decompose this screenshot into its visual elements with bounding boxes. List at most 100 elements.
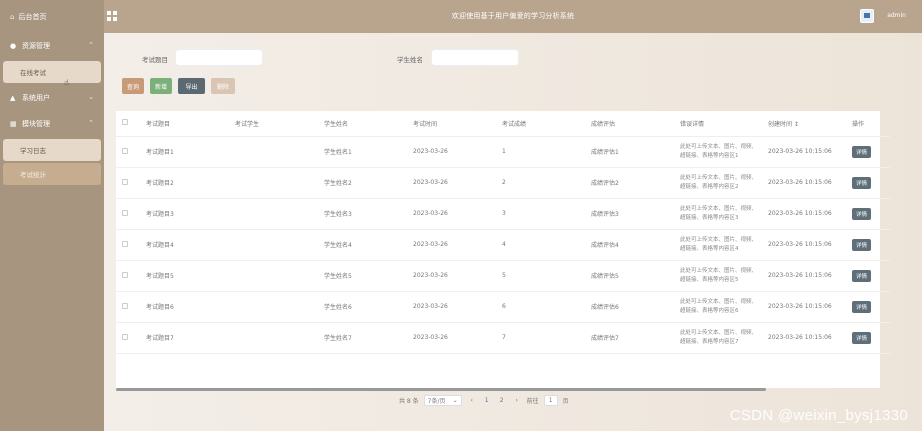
row-checkbox[interactable] xyxy=(116,198,140,230)
cell-error-detail: 此处可上传文本、图片、视频、超链接、表格等内容区2 xyxy=(674,167,762,199)
cell-created: 2023-03-26 10:15:06 xyxy=(762,322,846,354)
cell-student-name: 学生姓名2 xyxy=(318,167,407,199)
sidebar-item-label: 在线考试 xyxy=(20,69,46,77)
detail-button[interactable]: 详情 xyxy=(852,300,871,313)
avatar[interactable] xyxy=(860,9,874,23)
sidebar-group-resources[interactable]: ● 资源管理 ⌃ xyxy=(0,33,104,59)
cell-created: 2023-03-26 10:15:06 xyxy=(762,167,846,199)
goto-suffix: 页 xyxy=(562,398,569,405)
sidebar-group-label: 系统用户 xyxy=(22,94,50,102)
detail-button[interactable]: 详情 xyxy=(852,207,871,220)
action-buttons: 查询 新增 导出 删除 xyxy=(122,78,235,94)
total-count: 共 8 条 xyxy=(399,398,419,405)
cell-student xyxy=(229,167,318,199)
row-checkbox[interactable] xyxy=(116,260,140,292)
cell-student xyxy=(229,198,318,230)
page-size-select[interactable]: 7条/页 ⌄ xyxy=(423,395,462,406)
cell-student xyxy=(229,291,318,323)
exam-title-input[interactable] xyxy=(175,49,263,66)
table-row: 考试题目6 学生姓名6 2023-03-26 6 成绩评估6 此处可上传文本、图… xyxy=(116,291,890,323)
sidebar-item-label: 学习日志 xyxy=(20,147,46,155)
cell-exam-title: 考试题目5 xyxy=(140,260,229,292)
cell-exam-time: 2023-03-26 xyxy=(407,291,496,323)
table-row: 考试题目1 学生姓名1 2023-03-26 1 成绩评估1 此处可上传文本、图… xyxy=(116,136,890,168)
row-checkbox[interactable] xyxy=(116,167,140,199)
select-all-checkbox[interactable] xyxy=(116,111,140,137)
student-name-label: 学生姓名 xyxy=(397,56,423,64)
grid-icon: ▦ xyxy=(10,120,17,128)
row-checkbox[interactable] xyxy=(116,322,140,354)
cell-exam-time: 2023-03-26 xyxy=(407,322,496,354)
prev-page-icon[interactable]: ‹ xyxy=(467,395,477,406)
cell-exam-title: 考试题目2 xyxy=(140,167,229,199)
cell-score: 6 xyxy=(496,291,585,323)
cell-actions: 详情 xyxy=(846,136,890,168)
sidebar-group-users[interactable]: ▲ 系统用户 ⌄ xyxy=(0,85,104,111)
detail-button[interactable]: 详情 xyxy=(852,238,871,251)
detail-button[interactable]: 详情 xyxy=(852,331,871,344)
sidebar-item-exam-stats[interactable]: 考试统计 xyxy=(3,163,101,185)
add-button[interactable]: 新增 xyxy=(150,78,172,94)
cell-exam-title: 考试题目4 xyxy=(140,229,229,261)
cell-evaluation: 成绩评估6 xyxy=(585,291,674,323)
row-checkbox[interactable] xyxy=(116,291,140,323)
column-header: 考试时间 xyxy=(407,111,496,137)
row-checkbox[interactable] xyxy=(116,136,140,168)
cell-student-name: 学生姓名7 xyxy=(318,322,407,354)
data-table-panel: 考试题目 考试学生 学生姓名 考试时间 考试成绩 成绩评估 错误详情 创建时间 … xyxy=(116,111,890,391)
search-bar: 考试题目 学生姓名 xyxy=(104,48,922,68)
page-2[interactable]: 2 xyxy=(497,395,507,406)
export-button[interactable]: 导出 xyxy=(178,78,205,94)
cell-error-detail: 此处可上传文本、图片、视频、超链接、表格等内容区7 xyxy=(674,322,762,354)
cell-error-detail: 此处可上传文本、图片、视频、超链接、表格等内容区6 xyxy=(674,291,762,323)
detail-button[interactable]: 详情 xyxy=(852,269,871,282)
detail-button[interactable]: 详情 xyxy=(852,176,871,189)
sidebar-group-modules[interactable]: ▦ 模块管理 ⌃ xyxy=(0,111,104,137)
main-content: 考试题目 学生姓名 查询 新增 导出 删除 考试题目 考试学生 学生姓名 考试时… xyxy=(104,33,922,431)
cell-actions: 详情 xyxy=(846,167,890,199)
column-header: 考试题目 xyxy=(140,111,229,137)
cell-actions: 详情 xyxy=(846,260,890,292)
delete-button[interactable]: 删除 xyxy=(211,78,235,94)
cell-student-name: 学生姓名1 xyxy=(318,136,407,168)
cell-evaluation: 成绩评估4 xyxy=(585,229,674,261)
search-button[interactable]: 查询 xyxy=(122,78,144,94)
cell-created: 2023-03-26 10:15:06 xyxy=(762,260,846,292)
detail-button[interactable]: 详情 xyxy=(852,145,871,158)
row-checkbox[interactable] xyxy=(116,229,140,261)
cell-score: 7 xyxy=(496,322,585,354)
username[interactable]: admin xyxy=(887,12,906,19)
cell-error-detail: 此处可上传文本、图片、视频、超链接、表格等内容区3 xyxy=(674,198,762,230)
sidebar-item-study-log[interactable]: 学习日志 xyxy=(3,139,101,161)
cell-exam-time: 2023-03-26 xyxy=(407,260,496,292)
sidebar-item-online-exam[interactable]: 在线考试 xyxy=(3,61,101,83)
cell-score: 4 xyxy=(496,229,585,261)
cell-exam-title: 考试题目3 xyxy=(140,198,229,230)
cell-error-detail: 此处可上传文本、图片、视频、超链接、表格等内容区4 xyxy=(674,229,762,261)
column-header: 操作 xyxy=(846,111,890,137)
top-bar: ⌂ 后台首页 欢迎使用基于用户偏爱的学习分析系统 admin xyxy=(0,0,922,33)
sortable-column-header[interactable]: 创建时间 ↕ xyxy=(762,111,846,137)
chevron-up-icon: ⌃ xyxy=(88,119,94,127)
goto-page-input[interactable]: 1 xyxy=(543,395,558,406)
next-page-icon[interactable]: › xyxy=(512,395,522,406)
sidebar-group-label: 资源管理 xyxy=(22,42,50,50)
cell-exam-time: 2023-03-26 xyxy=(407,229,496,261)
data-table: 考试题目 考试学生 学生姓名 考试时间 考试成绩 成绩评估 错误详情 创建时间 … xyxy=(116,111,890,354)
cell-created: 2023-03-26 10:15:06 xyxy=(762,136,846,168)
table-row: 考试题目7 学生姓名7 2023-03-26 7 成绩评估7 此处可上传文本、图… xyxy=(116,322,890,354)
cell-student xyxy=(229,260,318,292)
chevron-down-icon: ⌄ xyxy=(88,93,94,101)
cell-actions: 详情 xyxy=(846,198,890,230)
cell-student-name: 学生姓名3 xyxy=(318,198,407,230)
cell-student xyxy=(229,136,318,168)
cell-exam-title: 考试题目1 xyxy=(140,136,229,168)
table-row: 考试题目3 学生姓名3 2023-03-26 3 成绩评估3 此处可上传文本、图… xyxy=(116,198,890,230)
location-pin-icon: ● xyxy=(10,42,17,50)
sidebar: ● 资源管理 ⌃ 在线考试 ▲ 系统用户 ⌄ ▦ 模块管理 ⌃ 学习日志 考试统… xyxy=(0,33,104,431)
student-name-input[interactable] xyxy=(431,49,519,66)
cell-exam-title: 考试题目7 xyxy=(140,322,229,354)
horizontal-scrollbar[interactable] xyxy=(116,388,766,391)
page-1[interactable]: 1 xyxy=(482,395,492,406)
column-header: 考试学生 xyxy=(229,111,318,137)
